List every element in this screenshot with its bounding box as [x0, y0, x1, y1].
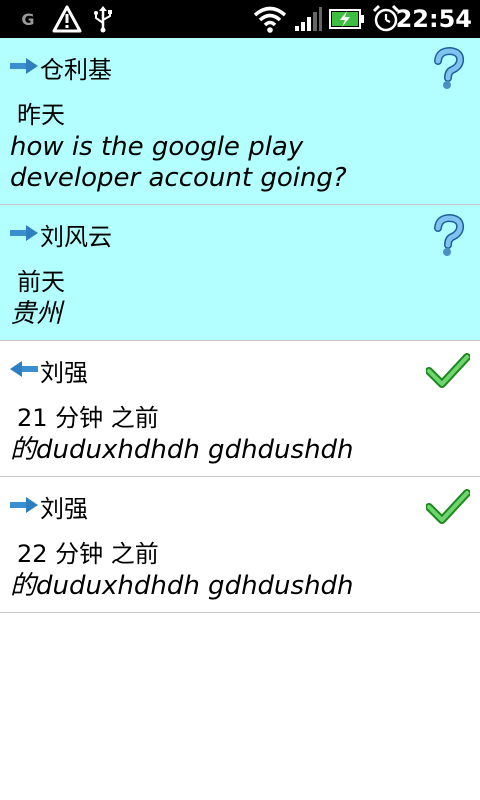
list-item[interactable]: 刘强 21 分钟 之前 的duduxhdhdh gdhdushdh [0, 341, 480, 477]
outgoing-arrow-icon [10, 497, 38, 513]
question-mark-icon [426, 213, 470, 257]
warning-icon [50, 0, 84, 38]
message-text: how is the google play developer account… [10, 132, 347, 193]
message-list: 仓利基 昨天 how is the google play developer … [0, 38, 480, 613]
message-time: 前天 [17, 268, 65, 296]
battery-charging-icon [328, 0, 366, 38]
checkmark-icon [425, 487, 471, 531]
message-time: 21 分钟 之前 [17, 404, 159, 432]
contact-name: 仓利基 [40, 56, 112, 84]
usb-icon [90, 0, 116, 38]
message-text: 的duduxhdhdh gdhdushdh [10, 435, 354, 465]
contact-name: 刘风云 [40, 223, 112, 251]
message-text: 的duduxhdhdh gdhdushdh [10, 571, 354, 601]
question-mark-icon [426, 46, 470, 90]
outgoing-arrow-icon [10, 58, 38, 74]
checkmark-icon [425, 351, 471, 395]
incoming-arrow-icon [10, 361, 38, 377]
list-item[interactable]: 刘风云 前天 贵州 [0, 205, 480, 341]
status-clock: 22:54 [395, 5, 472, 33]
outgoing-arrow-icon [10, 225, 38, 241]
message-text: 贵州 [10, 299, 63, 329]
list-item[interactable]: 刘强 22 分钟 之前 的duduxhdhdh gdhdushdh [0, 477, 480, 613]
contact-name: 刘强 [40, 495, 88, 523]
status-bar: G 22:54 [0, 0, 480, 38]
signal-icon [293, 0, 323, 38]
carrier-indicator: G [21, 9, 35, 29]
contact-name: 刘强 [40, 359, 88, 387]
list-item[interactable]: 仓利基 昨天 how is the google play developer … [0, 38, 480, 205]
message-time: 昨天 [17, 101, 65, 129]
message-time: 22 分钟 之前 [17, 540, 159, 568]
wifi-icon [252, 0, 288, 38]
